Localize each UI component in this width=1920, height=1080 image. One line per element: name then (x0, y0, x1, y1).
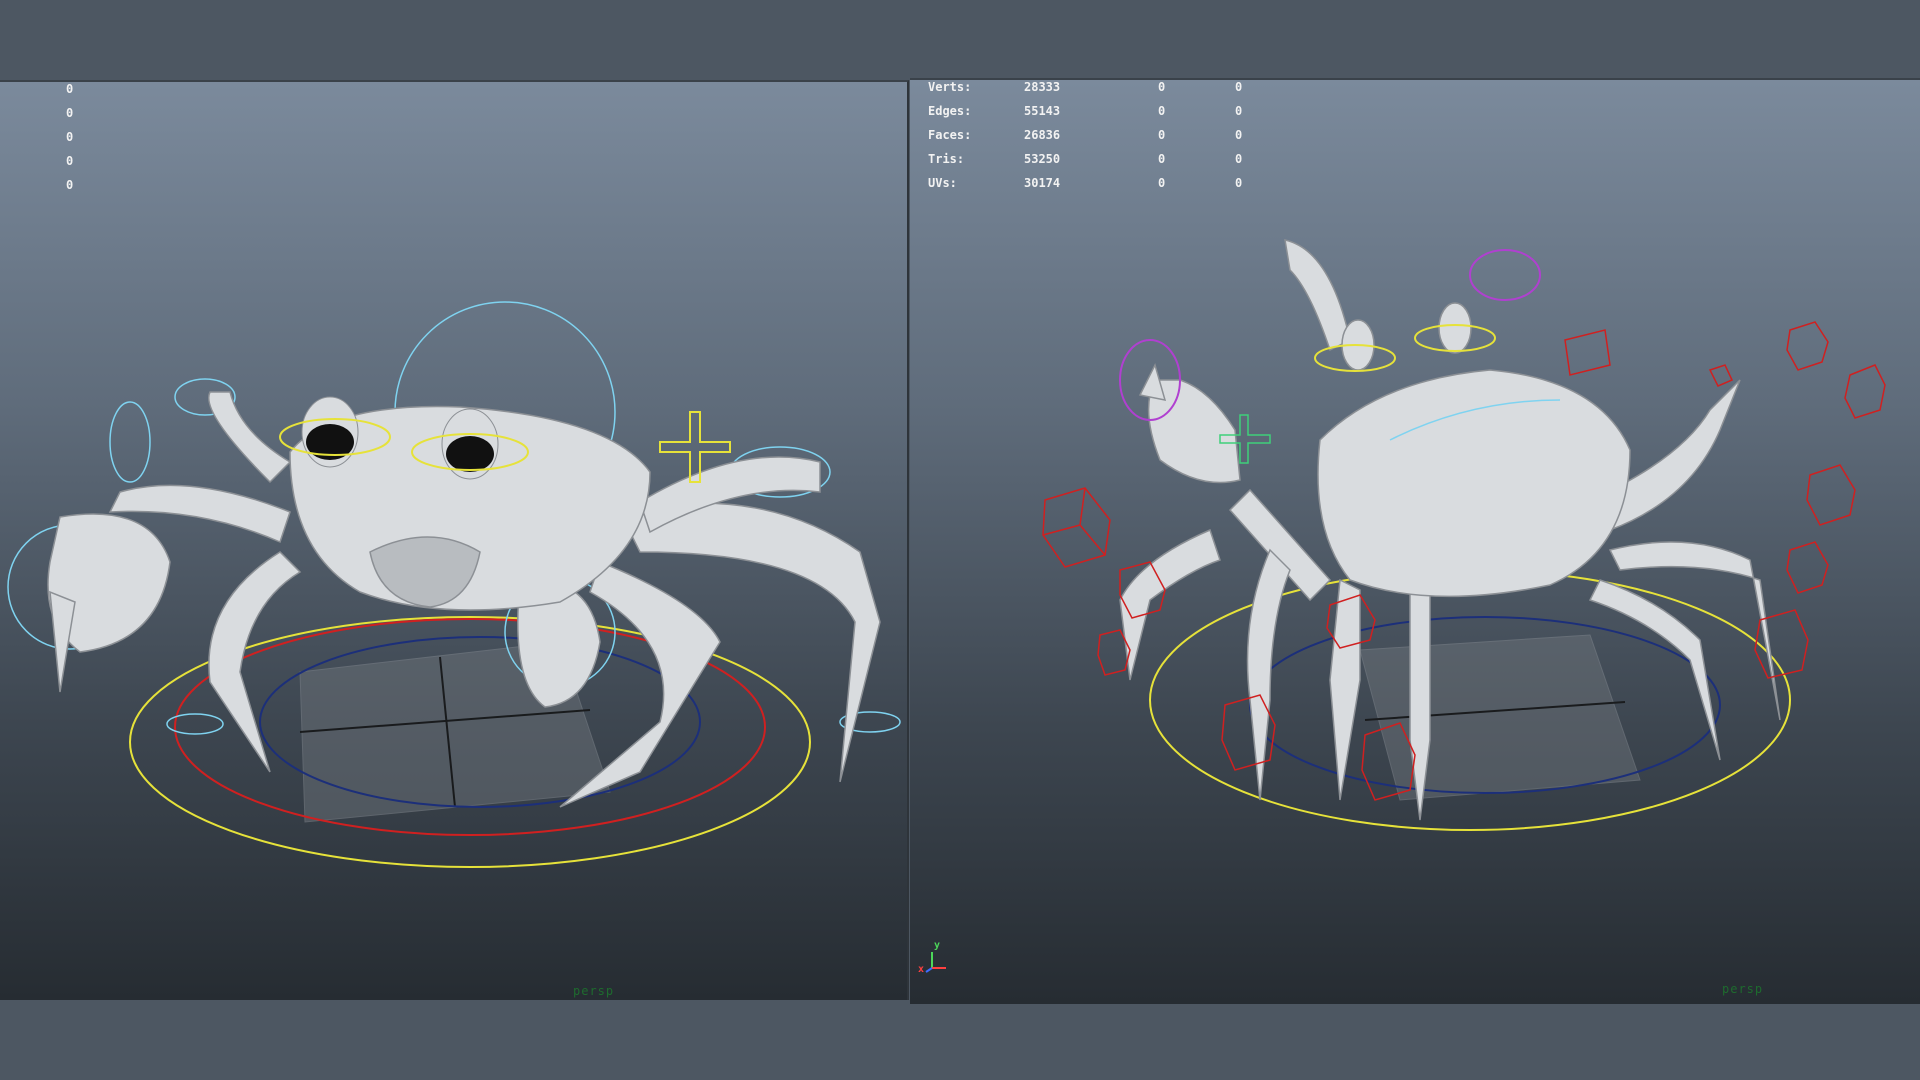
hud-label: Tris: (928, 152, 965, 166)
hud-selected: 0 (1158, 176, 1166, 190)
hud-extra: 0 (1235, 176, 1243, 190)
hud-total: 53250 (1024, 152, 1061, 166)
hud-extra: 0 (1235, 104, 1243, 118)
hud-label: Faces: (928, 128, 972, 142)
camera-label: persp (573, 984, 615, 998)
hud-value: 0 (66, 178, 74, 192)
hud-total: 28333 (1024, 80, 1061, 94)
right-viewport[interactable]: Verts: 28333 0 0 Edges: 55143 0 0 Faces:… (910, 78, 1920, 1004)
hud-label: UVs: (928, 176, 957, 190)
axis-x-label: x (918, 964, 925, 975)
hud-label: Edges: (928, 104, 972, 118)
left-viewport[interactable]: 0 0 0 0 0 persp (0, 80, 909, 1000)
hud-total: 30174 (1024, 176, 1061, 190)
hud-extra: 0 (1235, 80, 1243, 94)
hud-selected: 0 (1158, 80, 1166, 94)
hud-label: Verts: (928, 80, 972, 94)
hud-selected: 0 (1158, 104, 1166, 118)
camera-label: persp (1722, 982, 1764, 996)
axis-y-label: y (934, 940, 941, 951)
hud-selected: 0 (1158, 152, 1166, 166)
left-scene[interactable] (0, 82, 907, 1000)
hud-total: 55143 (1024, 104, 1061, 118)
hud-value: 0 (66, 130, 74, 144)
hud-value: 0 (66, 106, 74, 120)
hud-value: 0 (66, 154, 74, 168)
hud-selected: 0 (1158, 128, 1166, 142)
hud-extra: 0 (1235, 128, 1243, 142)
hud-extra: 0 (1235, 152, 1243, 166)
ground-grid (1359, 634, 1641, 801)
hud-total: 26836 (1024, 128, 1061, 142)
view-axis-icon: y x (918, 940, 954, 976)
right-scene[interactable] (910, 80, 1920, 1004)
claw-control-right[interactable] (1469, 249, 1541, 301)
hud-value: 0 (66, 82, 74, 96)
